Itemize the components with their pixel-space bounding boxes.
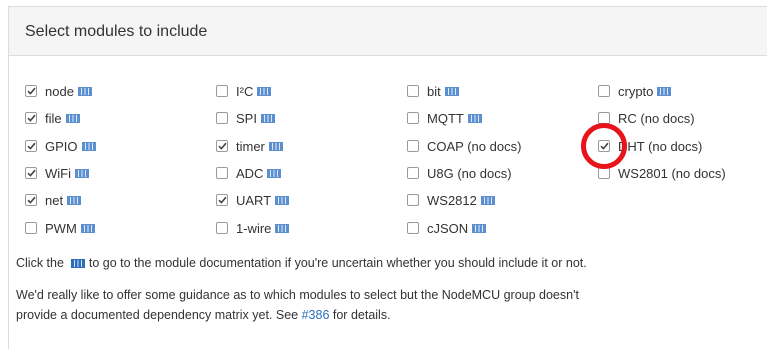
module-1-wire[interactable]: 1-wire [216, 219, 290, 237]
book-icon[interactable] [257, 84, 272, 99]
module-mqtt[interactable]: MQTT [407, 109, 482, 127]
book-icon[interactable] [260, 111, 275, 126]
module-checkbox[interactable] [407, 112, 419, 124]
checkmark-icon [26, 142, 36, 150]
book-icon[interactable] [65, 111, 80, 126]
issue-386-link[interactable]: #386 [302, 308, 330, 322]
module-checkbox[interactable] [407, 222, 419, 234]
module-checkbox[interactable] [25, 222, 37, 234]
module-label: GPIO [45, 138, 78, 154]
module-ws2801-no-docs[interactable]: WS2801 (no docs) [598, 164, 726, 182]
checkmark-icon [217, 142, 227, 150]
module-spi[interactable]: SPI [216, 109, 275, 127]
module-checkbox[interactable] [25, 140, 37, 152]
book-icon[interactable] [75, 166, 89, 181]
book-icon[interactable] [67, 193, 82, 208]
guidance-text: We'd really like to offer some guidance … [16, 288, 579, 322]
module-label: U8G (no docs) [427, 165, 512, 181]
checkmark-icon [26, 169, 36, 177]
module-checkbox[interactable] [25, 167, 37, 179]
module-checkbox[interactable] [407, 167, 419, 179]
module-dht-no-docs[interactable]: DHT (no docs) [598, 137, 702, 155]
module-label: UART [236, 192, 272, 208]
module-checkbox[interactable] [216, 85, 228, 97]
module-checkbox[interactable] [598, 85, 610, 97]
module-label: timer [236, 138, 265, 154]
module-uart[interactable]: UART [216, 191, 290, 209]
book-icon[interactable] [275, 193, 290, 208]
book-icon[interactable] [267, 166, 282, 181]
module-pwm[interactable]: PWM [25, 219, 95, 237]
module-crypto[interactable]: crypto [598, 82, 672, 100]
module-label: 1-wire [236, 220, 272, 236]
checkmark-icon [217, 196, 227, 204]
module-file[interactable]: file [25, 109, 80, 127]
module-checkbox[interactable] [216, 194, 228, 206]
book-icon [71, 254, 86, 274]
module-adc[interactable]: ADC [216, 164, 282, 182]
checkmark-icon [599, 142, 609, 150]
book-icon[interactable] [275, 221, 290, 236]
module-label: I²C [236, 83, 254, 99]
module-label: net [45, 192, 64, 208]
module-checkbox[interactable] [216, 112, 228, 124]
module-label: ADC [236, 165, 264, 181]
checkmark-icon [26, 87, 36, 95]
module-label: node [45, 83, 74, 99]
module-coap-no-docs[interactable]: COAP (no docs) [407, 137, 521, 155]
book-icon[interactable] [81, 139, 96, 154]
module-bit[interactable]: bit [407, 82, 459, 100]
book-icon[interactable] [77, 84, 92, 99]
book-icon[interactable] [80, 221, 95, 236]
module-label: WS2801 (no docs) [618, 165, 726, 181]
book-icon[interactable] [657, 84, 672, 99]
module-label: bit [427, 83, 441, 99]
module-label: RC (no docs) [618, 110, 695, 126]
module-checkbox[interactable] [25, 112, 37, 124]
module-label: file [45, 110, 62, 126]
module-label: DHT (no docs) [618, 138, 703, 154]
book-icon[interactable] [268, 139, 283, 154]
module-checkbox[interactable] [598, 140, 610, 152]
panel-header: Select modules to include [9, 7, 767, 56]
module-checkbox[interactable] [407, 194, 419, 206]
module-label: crypto [618, 83, 654, 99]
docs-hint: Click the to go to the module documentat… [16, 253, 587, 274]
module-label: PWM [45, 220, 77, 236]
module-u8g-no-docs[interactable]: U8G (no docs) [407, 164, 512, 182]
book-icon[interactable] [480, 193, 495, 208]
checkmark-icon [26, 196, 36, 204]
module-label: SPI [236, 110, 257, 126]
module-rc-no-docs[interactable]: RC (no docs) [598, 109, 695, 127]
module-i-c[interactable]: I²C [216, 82, 272, 100]
book-icon[interactable] [467, 111, 482, 126]
book-icon[interactable] [472, 221, 487, 236]
module-node[interactable]: node [25, 82, 92, 100]
module-checkbox[interactable] [25, 194, 37, 206]
module-label: WiFi [45, 165, 71, 181]
panel-title: Select modules to include [25, 23, 208, 40]
module-net[interactable]: net [25, 191, 82, 209]
module-timer[interactable]: timer [216, 137, 283, 155]
module-checkbox[interactable] [598, 112, 610, 124]
module-label: MQTT [427, 110, 464, 126]
module-checkbox[interactable] [216, 140, 228, 152]
module-wifi[interactable]: WiFi [25, 164, 89, 182]
module-checkbox[interactable] [407, 85, 419, 97]
module-cjson[interactable]: cJSON [407, 219, 487, 237]
module-checkbox[interactable] [407, 140, 419, 152]
module-label: cJSON [427, 220, 469, 236]
module-ws2812[interactable]: WS2812 [407, 191, 495, 209]
module-checkbox[interactable] [216, 167, 228, 179]
module-checkbox[interactable] [216, 222, 228, 234]
module-label: WS2812 [427, 192, 477, 208]
module-label: COAP (no docs) [427, 138, 522, 154]
book-icon[interactable] [444, 84, 459, 99]
module-checkbox[interactable] [598, 167, 610, 179]
module-gpio[interactable]: GPIO [25, 137, 96, 155]
checkmark-icon [26, 114, 36, 122]
module-checkbox[interactable] [25, 85, 37, 97]
